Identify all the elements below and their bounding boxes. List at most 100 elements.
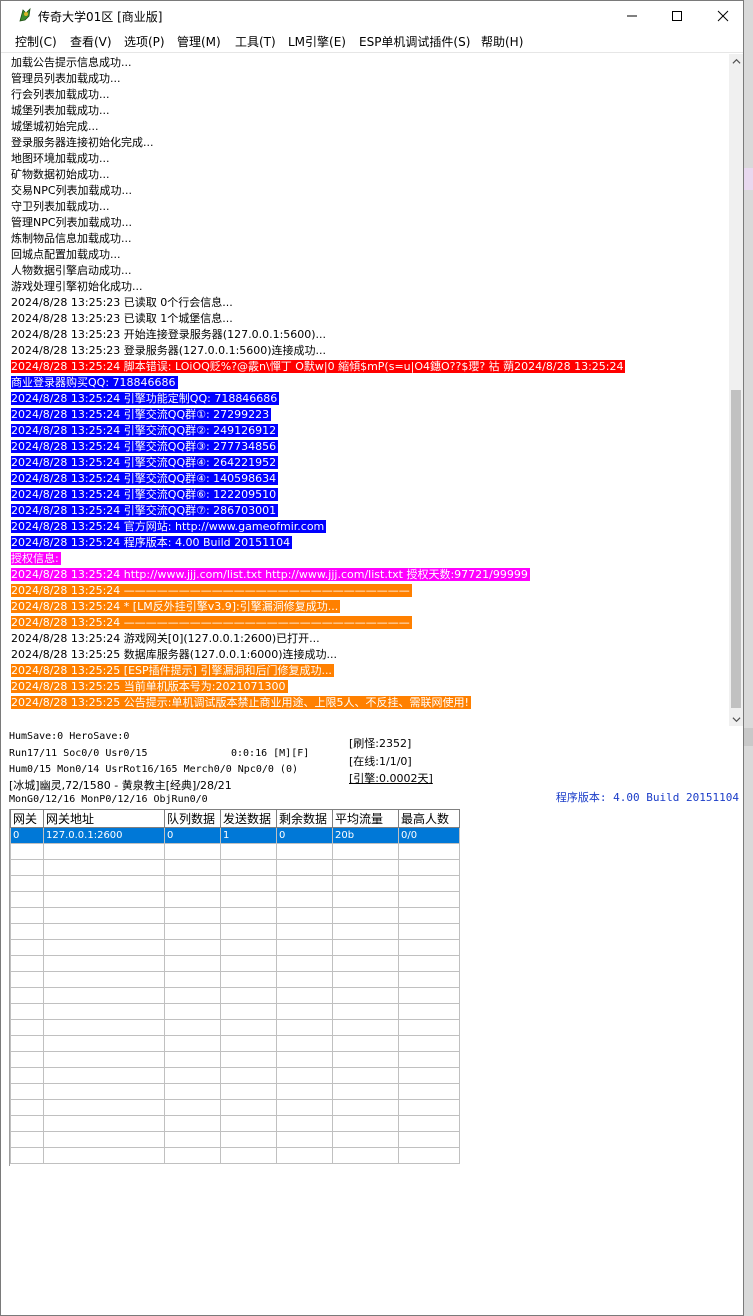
table-row[interactable] [10, 859, 460, 876]
table-cell [276, 1067, 333, 1084]
menu-control[interactable]: 控制(C) [15, 33, 57, 50]
table-cell [220, 875, 277, 892]
gateway-grid[interactable]: 网关 网关地址 队列数据 发送数据 剩余数据 平均流量 最高人数 0 127.0.0.1:26… [9, 809, 461, 1166]
log-output[interactable]: 加载公告提示信息成功... 管理员列表加载成功... 行会列表加载成功... 城堡列表… [9, 54, 729, 726]
column-header[interactable]: 平均流量 [332, 809, 399, 828]
log-line-text: 管理员列表加载成功... [11, 72, 121, 85]
table-row[interactable]: 0 127.0.0.1:2600 0 1 0 20b 0/0 [10, 827, 460, 844]
log-line-text: 行会列表加载成功... [11, 88, 110, 101]
menu-options[interactable]: 选项(P) [124, 33, 165, 50]
table-cell [164, 1035, 221, 1052]
table-cell [164, 891, 221, 908]
table-row[interactable] [10, 1003, 460, 1020]
table-cell [220, 1051, 277, 1068]
table-cell [332, 907, 399, 924]
scroll-thumb[interactable] [731, 390, 741, 708]
table-row[interactable] [10, 1115, 460, 1132]
table-cell [164, 1019, 221, 1036]
log-line: 2024/8/28 13:25:24 引擎功能定制QQ: 718846686 [11, 391, 280, 406]
table-cell [276, 1035, 333, 1052]
table-cell [332, 1131, 399, 1148]
table-cell [10, 955, 44, 972]
column-header[interactable]: 发送数据 [220, 809, 277, 828]
table-cell [398, 971, 460, 988]
table-row[interactable] [10, 1051, 460, 1068]
table-row[interactable] [10, 1131, 460, 1148]
table-cell [276, 1083, 333, 1100]
table-row[interactable] [10, 875, 460, 892]
menu-esp-plugin[interactable]: ESP单机调试插件(S) [359, 33, 470, 50]
status-version: 程序版本: 4.00 Build 20151104 [555, 791, 739, 804]
column-header[interactable]: 网关 [10, 809, 44, 828]
table-cell [398, 891, 460, 908]
log-line-text: 2024/8/28 13:25:24 官方网站: http://www.game… [11, 520, 327, 533]
table-cell [398, 1067, 460, 1084]
table-cell [10, 1051, 44, 1068]
column-header[interactable]: 网关地址 [43, 809, 165, 828]
table-row[interactable] [10, 1035, 460, 1052]
log-line: 城堡列表加载成功... [11, 103, 112, 118]
table-row[interactable] [10, 1083, 460, 1100]
table-row[interactable] [10, 1147, 460, 1164]
menu-lm-engine[interactable]: LM引擎(E) [288, 33, 346, 50]
table-cell [276, 923, 333, 940]
table-row[interactable] [10, 923, 460, 940]
status-panel: HumSave:0 HeroSave:0 Run17/11 Soc0/0 Usr… [9, 728, 743, 808]
menu-tools[interactable]: 工具(T) [235, 33, 276, 50]
log-line: 矿物数据初始成功... [11, 167, 112, 182]
table-row[interactable] [10, 971, 460, 988]
table-cell [332, 939, 399, 956]
log-line: 2024/8/28 13:25:24 引擎交流QQ群④: 140598634 [11, 471, 279, 486]
table-cell [10, 1067, 44, 1084]
table-cell [164, 907, 221, 924]
table-row[interactable] [10, 1099, 460, 1116]
log-line: 管理员列表加载成功... [11, 71, 123, 86]
menu-help[interactable]: 帮助(H) [481, 33, 523, 50]
close-button[interactable] [700, 1, 743, 31]
table-cell [398, 859, 460, 876]
table-cell [43, 907, 165, 924]
title-bar[interactable]: 传奇大学01区 [商业版] [1, 1, 743, 31]
status-engine: [引擎:0.0002天] [349, 772, 433, 785]
table-cell [220, 987, 277, 1004]
table-row[interactable] [10, 907, 460, 924]
log-line-text: 2024/8/28 13:25:24 引擎交流QQ群⑦: 286703001 [11, 504, 279, 517]
table-cell [164, 1131, 221, 1148]
log-line-text: 守卫列表加载成功... [11, 200, 110, 213]
table-row[interactable] [10, 955, 460, 972]
scroll-down-button[interactable] [729, 712, 743, 726]
minimize-button[interactable] [609, 1, 655, 31]
background-accent [744, 168, 753, 190]
table-row[interactable] [10, 1067, 460, 1084]
maximize-icon [672, 11, 682, 21]
table-cell [332, 955, 399, 972]
table-row[interactable] [10, 939, 460, 956]
log-line: 2024/8/28 13:25:24 引擎交流QQ群①: 27299223 [11, 407, 272, 422]
log-line-text: 登录服务器连接初始化完成... [11, 136, 154, 149]
table-row[interactable] [10, 891, 460, 908]
table-cell [276, 859, 333, 876]
table-row[interactable] [10, 987, 460, 1004]
table-row[interactable] [10, 1019, 460, 1036]
table-cell [276, 939, 333, 956]
column-header[interactable]: 最高人数 [398, 809, 460, 828]
log-scrollbar[interactable] [729, 54, 743, 726]
column-header[interactable]: 剩余数据 [276, 809, 333, 828]
maximize-button[interactable] [654, 1, 700, 31]
table-cell [220, 1115, 277, 1132]
log-line-text: 城堡列表加载成功... [11, 104, 110, 117]
log-line: 游戏处理引擎初始化成功... [11, 279, 145, 294]
menu-manage[interactable]: 管理(M) [177, 33, 221, 50]
table-row[interactable] [10, 843, 460, 860]
log-line-text: 2024/8/28 13:25:25 [ESP插件提示] 引擎漏洞和后门修复成功… [11, 664, 334, 677]
menu-view[interactable]: 查看(V) [70, 33, 112, 50]
table-cell: 1 [220, 827, 277, 844]
table-cell [43, 1051, 165, 1068]
column-header[interactable]: 队列数据 [164, 809, 221, 828]
log-line: 回城点配置加载成功... [11, 247, 123, 262]
minimize-icon [627, 15, 637, 17]
table-cell [164, 955, 221, 972]
table-cell [332, 1099, 399, 1116]
log-line-text: 2024/8/28 13:25:23 登录服务器(127.0.0.1:5600)… [11, 344, 327, 357]
scroll-up-button[interactable] [729, 54, 743, 68]
